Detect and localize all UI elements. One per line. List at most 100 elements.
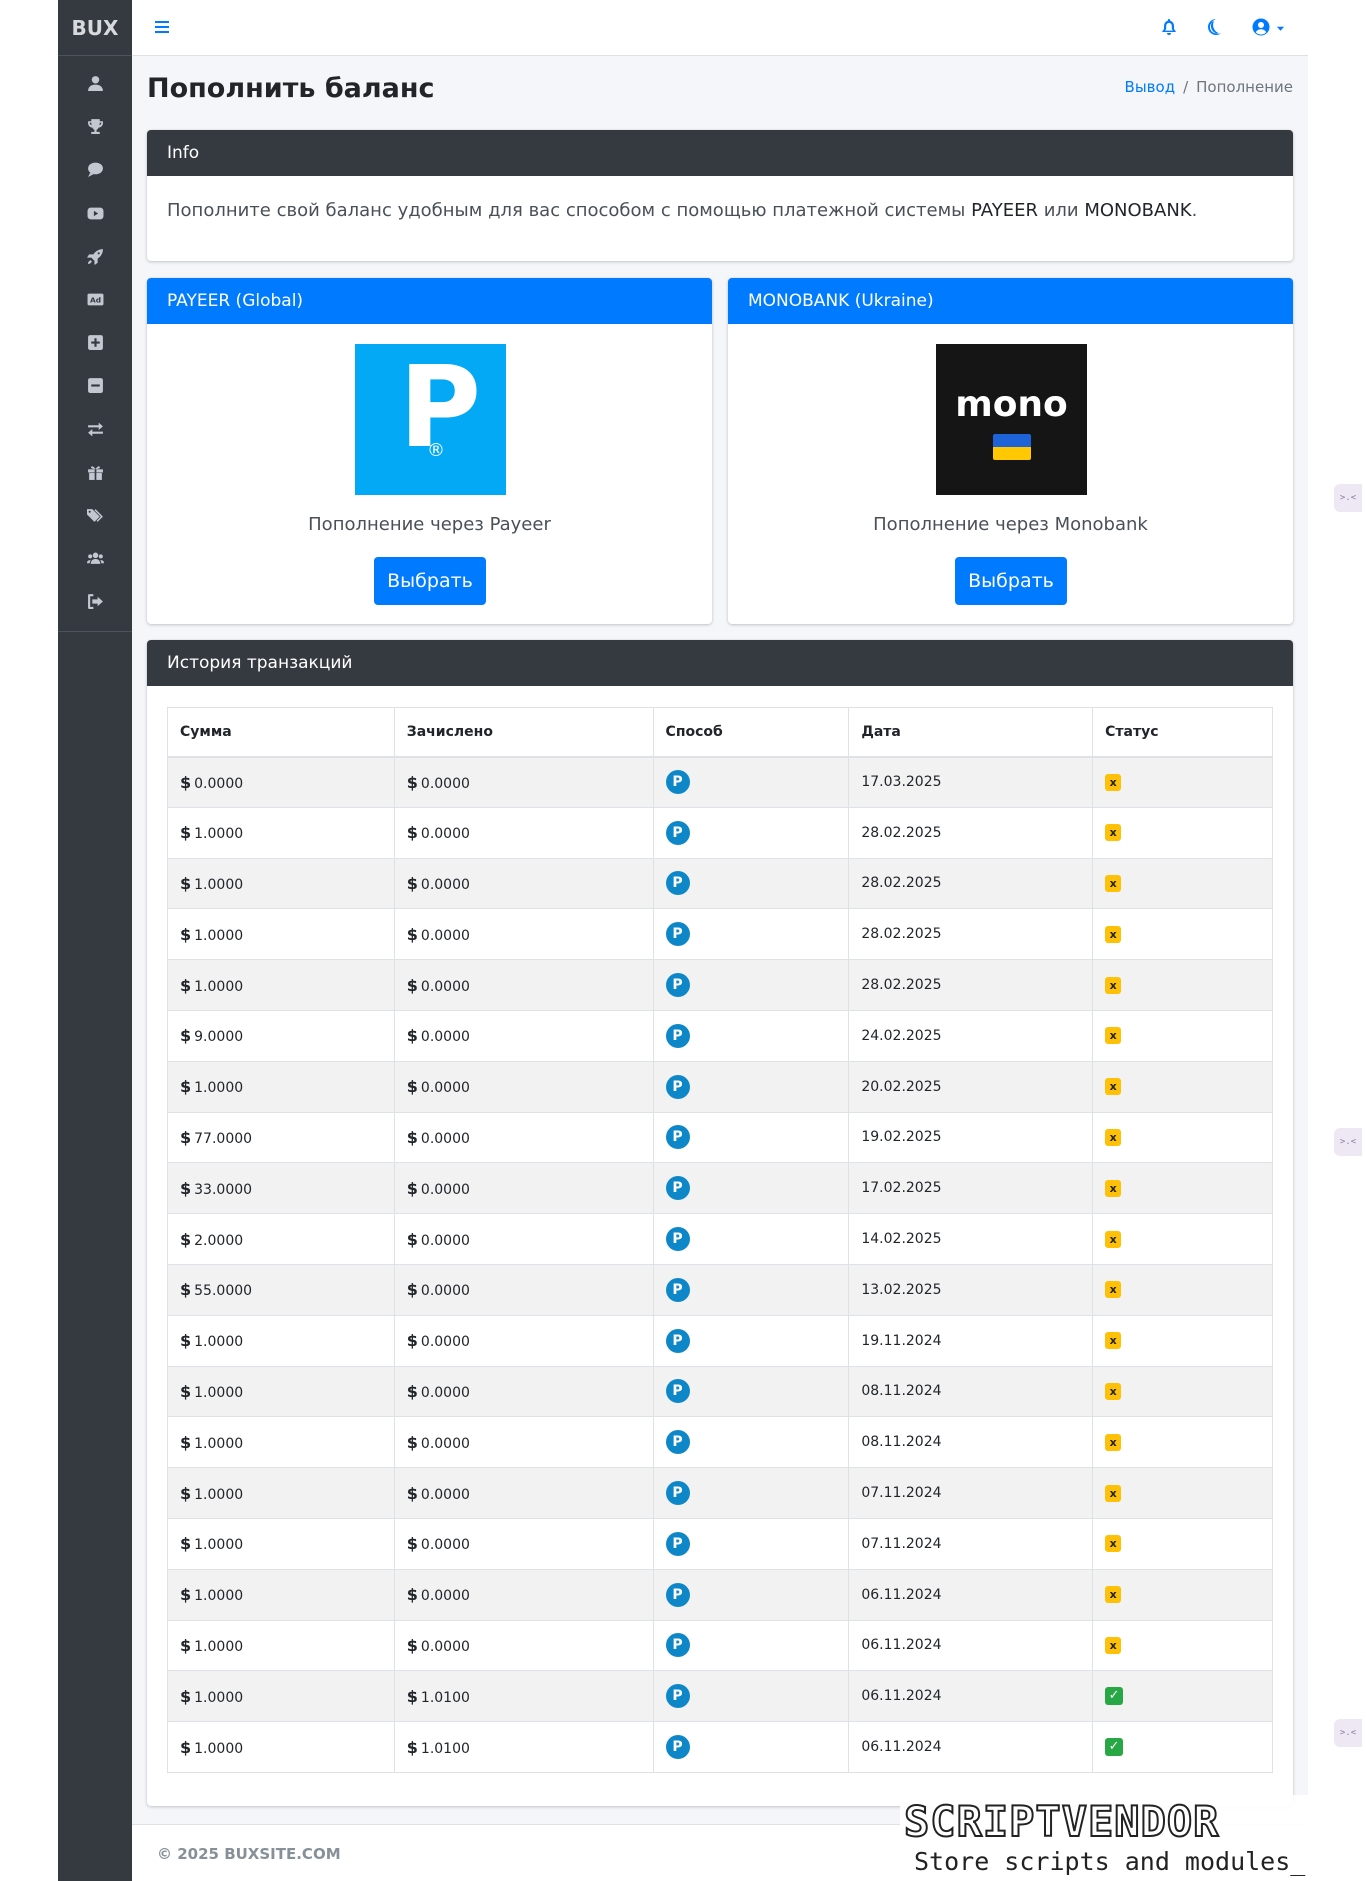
method-cell: P xyxy=(652,959,850,1011)
amount-value: 1.0000 xyxy=(194,927,244,944)
payeer-method-icon: P xyxy=(665,1379,690,1404)
breadcrumb-current: Пополнение xyxy=(1196,78,1293,96)
method-cell: P xyxy=(652,1670,850,1723)
scriptvendor-watermark: SCRIPTVENDOR Store scripts and modules_ xyxy=(900,1795,1352,1881)
credited-value: 0.0000 xyxy=(420,927,470,944)
table-row: $1.0000 $1.0100 P 06.11.2024 ✓ xyxy=(167,1721,1273,1773)
sidebar-item-bonus[interactable] xyxy=(58,451,132,494)
status-cell: x xyxy=(1092,1263,1273,1316)
currency-symbol: $ xyxy=(406,975,418,995)
plus-square-icon xyxy=(87,335,103,351)
status-cell: x xyxy=(1092,908,1273,961)
sidebar-item-contests[interactable] xyxy=(58,105,132,148)
credited-value: 0.0000 xyxy=(420,775,470,792)
date-cell: 24.02.2025 xyxy=(848,1009,1094,1062)
payeer-select-button[interactable]: Выбрать xyxy=(374,557,486,605)
currency-symbol: $ xyxy=(180,1585,192,1605)
status-badge: x xyxy=(1105,925,1122,943)
breadcrumb-separator: / xyxy=(1183,78,1189,96)
credited-value: 0.0000 xyxy=(420,1435,470,1452)
method-cell: P xyxy=(652,1619,850,1672)
payeer-method-icon: P xyxy=(665,922,690,947)
currency-symbol: $ xyxy=(406,1280,418,1300)
currency-symbol: $ xyxy=(406,823,418,843)
sidebar-item-logout[interactable] xyxy=(58,580,132,623)
theme-toggle-button[interactable] xyxy=(1205,17,1225,37)
credited-cell: $0.0000 xyxy=(393,857,654,910)
amount-value: 1.0000 xyxy=(194,1435,244,1452)
credited-value: 0.0000 xyxy=(420,978,470,995)
method-cell: P xyxy=(652,1263,850,1316)
sidebar-item-deposit[interactable] xyxy=(58,321,132,364)
amount-cell: $1.0000 xyxy=(167,1467,395,1519)
currency-symbol: $ xyxy=(180,1026,192,1046)
payeer-method-icon: P xyxy=(665,973,690,998)
status-badge: x xyxy=(1105,1281,1122,1299)
breadcrumb-link-withdraw[interactable]: Вывод xyxy=(1125,78,1176,96)
menu-toggle-button[interactable] xyxy=(154,16,172,38)
info-text-part: . xyxy=(1191,200,1198,221)
monobank-select-button[interactable]: Выбрать xyxy=(955,557,1067,605)
amount-value: 1.0000 xyxy=(194,826,244,843)
side-widget-tab[interactable]: >.< xyxy=(1334,1128,1362,1156)
status-badge: x xyxy=(1105,1484,1122,1502)
status-badge: x xyxy=(1105,1382,1122,1400)
status-cell: x xyxy=(1092,959,1273,1011)
date-cell: 28.02.2025 xyxy=(848,857,1094,910)
sidebar-item-exchange[interactable] xyxy=(58,408,132,451)
table-row: $1.0000 $0.0000 P 20.02.2025 x xyxy=(167,1060,1273,1113)
status-cell: x xyxy=(1092,1467,1273,1519)
bell-icon xyxy=(1162,19,1176,35)
payeer-method-icon: P xyxy=(665,1582,690,1607)
method-cell: P xyxy=(652,1009,850,1062)
sidebar-item-coupons[interactable] xyxy=(58,494,132,537)
sidebar: BUX Ad xyxy=(58,0,132,1881)
monobank-card-header: MONOBANK (Ukraine) xyxy=(728,278,1293,324)
credited-cell: $0.0000 xyxy=(393,1365,654,1418)
credited-cell: $0.0000 xyxy=(393,1314,654,1367)
sidebar-item-videos[interactable] xyxy=(58,192,132,235)
payeer-method-icon: P xyxy=(665,1684,690,1709)
credited-value: 0.0000 xyxy=(420,1029,470,1046)
amount-value: 1.0000 xyxy=(194,876,244,893)
credited-cell: $0.0000 xyxy=(393,1162,654,1215)
sidebar-item-chat[interactable] xyxy=(58,148,132,191)
sidebar-item-boost[interactable] xyxy=(58,235,132,278)
notifications-button[interactable] xyxy=(1159,17,1179,37)
table-row: $1.0000 $0.0000 P 07.11.2024 x xyxy=(167,1517,1273,1570)
table-row: $1.0000 $0.0000 P 06.11.2024 x xyxy=(167,1568,1273,1621)
amount-cell: $33.0000 xyxy=(167,1162,395,1215)
payeer-method-icon: P xyxy=(665,1277,690,1302)
currency-symbol: $ xyxy=(180,1229,192,1249)
method-cell: P xyxy=(652,1213,850,1265)
copyright-text: © 2025 BUXSITE.COM xyxy=(157,1845,341,1863)
sidebar-item-ads[interactable]: Ad xyxy=(58,278,132,321)
account-menu-button[interactable] xyxy=(1251,17,1291,37)
side-widget-tab[interactable]: >.< xyxy=(1334,484,1362,512)
sidebar-item-profile[interactable] xyxy=(58,62,132,105)
credited-cell: $0.0000 xyxy=(393,1060,654,1113)
credited-cell: $0.0000 xyxy=(393,1619,654,1672)
column-header: Статус xyxy=(1092,707,1273,758)
credited-cell: $0.0000 xyxy=(393,1568,654,1621)
transaction-table-body: $0.0000 $0.0000 P 17.03.2025 x $1.0000 $0.0000… xyxy=(167,756,1273,1773)
brand-logo[interactable]: BUX xyxy=(58,0,132,56)
table-row: $1.0000 $0.0000 P 28.02.2025 x xyxy=(167,908,1273,961)
info-text-part: Пополните свой баланс удобным для вас сп… xyxy=(167,200,972,221)
status-badge: x xyxy=(1105,824,1122,842)
amount-cell: $1.0000 xyxy=(167,1517,395,1570)
currency-symbol: $ xyxy=(406,772,418,792)
status-badge: ✓ xyxy=(1105,1687,1124,1706)
hamburger-icon xyxy=(155,21,169,33)
credited-value: 0.0000 xyxy=(420,1334,470,1351)
sidebar-item-withdraw[interactable] xyxy=(58,364,132,407)
currency-symbol: $ xyxy=(180,1534,192,1554)
sidebar-item-referrals[interactable] xyxy=(58,537,132,580)
column-header: Способ xyxy=(652,707,850,758)
monobank-logo-text: mono xyxy=(955,384,1068,425)
status-badge: x xyxy=(1105,874,1122,892)
amount-cell: $1.0000 xyxy=(167,1365,395,1418)
side-widget-tab[interactable]: >.< xyxy=(1334,1719,1362,1747)
method-cell: P xyxy=(652,1162,850,1215)
date-cell: 06.11.2024 xyxy=(848,1670,1094,1723)
